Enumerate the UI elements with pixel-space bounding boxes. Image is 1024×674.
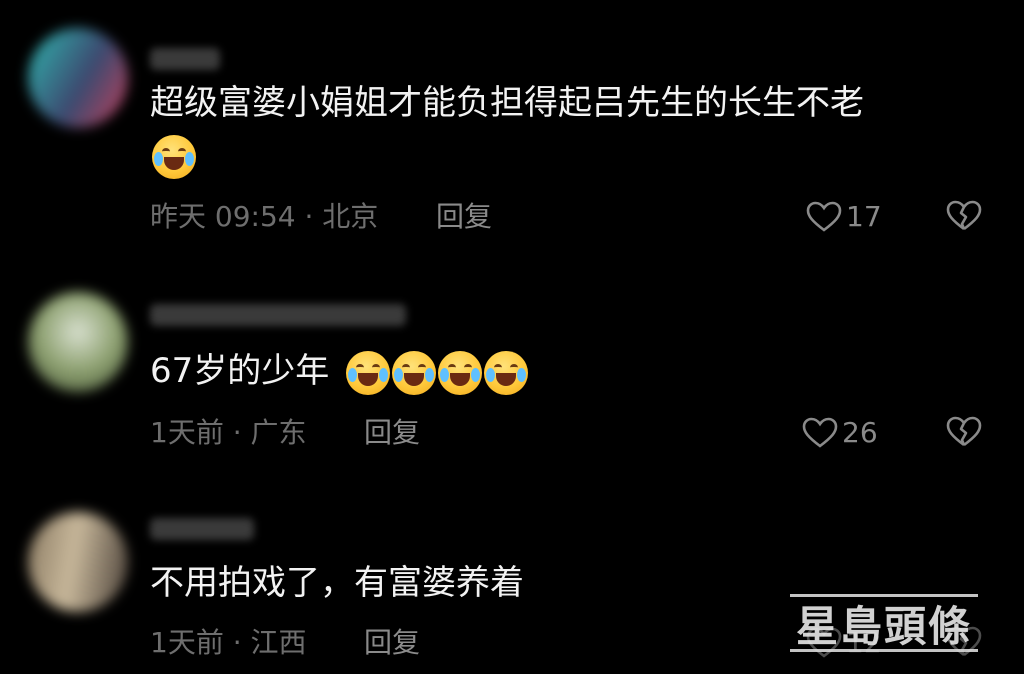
comment-item: 不用拍戏了，有富婆养着 1天前 · 江西 回复 12: [0, 0, 1024, 674]
comment-text: 不用拍戏了，有富婆养着: [150, 563, 524, 603]
username-blurred[interactable]: [150, 518, 254, 540]
avatar[interactable]: [28, 512, 128, 612]
watermark-logo: 星島頭條: [790, 594, 979, 652]
reply-button[interactable]: 回复: [364, 626, 420, 660]
comment-meta: 1天前 · 江西: [150, 626, 307, 659]
